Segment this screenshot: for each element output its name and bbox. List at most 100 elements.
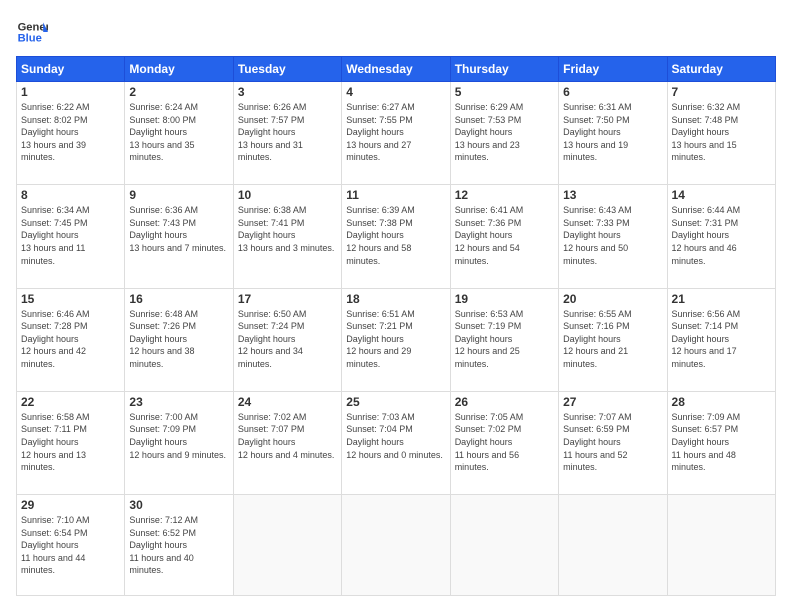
day-info: Sunrise: 6:29 AMSunset: 7:53 PMDaylight … [455,102,524,162]
day-info: Sunrise: 7:10 AMSunset: 6:54 PMDaylight … [21,515,90,575]
page: General Blue SundayMondayTuesdayWednesda… [0,0,792,612]
day-cell-28: 28 Sunrise: 7:09 AMSunset: 6:57 PMDaylig… [667,391,775,494]
day-number: 3 [238,85,337,99]
empty-cell [450,495,558,596]
day-number: 7 [672,85,771,99]
weekday-header-row: SundayMondayTuesdayWednesdayThursdayFrid… [17,57,776,82]
day-info: Sunrise: 6:55 AMSunset: 7:16 PMDaylight … [563,309,632,369]
day-info: Sunrise: 6:32 AMSunset: 7:48 PMDaylight … [672,102,741,162]
calendar-week-2: 8 Sunrise: 6:34 AMSunset: 7:45 PMDayligh… [17,185,776,288]
day-cell-11: 11 Sunrise: 6:39 AMSunset: 7:38 PMDaylig… [342,185,450,288]
day-number: 8 [21,188,120,202]
day-number: 13 [563,188,662,202]
day-number: 30 [129,498,228,512]
day-cell-16: 16 Sunrise: 6:48 AMSunset: 7:26 PMDaylig… [125,288,233,391]
day-number: 25 [346,395,445,409]
day-info: Sunrise: 6:22 AMSunset: 8:02 PMDaylight … [21,102,90,162]
day-info: Sunrise: 6:43 AMSunset: 7:33 PMDaylight … [563,205,632,265]
weekday-header-monday: Monday [125,57,233,82]
day-info: Sunrise: 6:38 AMSunset: 7:41 PMDaylight … [238,205,335,253]
day-info: Sunrise: 6:31 AMSunset: 7:50 PMDaylight … [563,102,632,162]
day-cell-21: 21 Sunrise: 6:56 AMSunset: 7:14 PMDaylig… [667,288,775,391]
day-info: Sunrise: 7:12 AMSunset: 6:52 PMDaylight … [129,515,198,575]
svg-text:Blue: Blue [18,33,42,45]
day-number: 17 [238,292,337,306]
day-info: Sunrise: 7:07 AMSunset: 6:59 PMDaylight … [563,412,632,472]
weekday-header-saturday: Saturday [667,57,775,82]
day-cell-13: 13 Sunrise: 6:43 AMSunset: 7:33 PMDaylig… [559,185,667,288]
day-cell-10: 10 Sunrise: 6:38 AMSunset: 7:41 PMDaylig… [233,185,341,288]
day-number: 23 [129,395,228,409]
day-number: 1 [21,85,120,99]
day-info: Sunrise: 6:56 AMSunset: 7:14 PMDaylight … [672,309,741,369]
day-number: 15 [21,292,120,306]
day-cell-17: 17 Sunrise: 6:50 AMSunset: 7:24 PMDaylig… [233,288,341,391]
day-number: 20 [563,292,662,306]
calendar-week-5: 29 Sunrise: 7:10 AMSunset: 6:54 PMDaylig… [17,495,776,596]
day-number: 16 [129,292,228,306]
day-cell-19: 19 Sunrise: 6:53 AMSunset: 7:19 PMDaylig… [450,288,558,391]
day-cell-30: 30 Sunrise: 7:12 AMSunset: 6:52 PMDaylig… [125,495,233,596]
header: General Blue [16,16,776,48]
day-cell-2: 2 Sunrise: 6:24 AMSunset: 8:00 PMDayligh… [125,82,233,185]
day-number: 2 [129,85,228,99]
day-cell-14: 14 Sunrise: 6:44 AMSunset: 7:31 PMDaylig… [667,185,775,288]
day-number: 28 [672,395,771,409]
day-cell-27: 27 Sunrise: 7:07 AMSunset: 6:59 PMDaylig… [559,391,667,494]
weekday-header-thursday: Thursday [450,57,558,82]
day-number: 5 [455,85,554,99]
day-info: Sunrise: 6:41 AMSunset: 7:36 PMDaylight … [455,205,524,265]
day-info: Sunrise: 6:50 AMSunset: 7:24 PMDaylight … [238,309,307,369]
day-number: 6 [563,85,662,99]
day-number: 29 [21,498,120,512]
calendar-week-1: 1 Sunrise: 6:22 AMSunset: 8:02 PMDayligh… [17,82,776,185]
day-info: Sunrise: 6:34 AMSunset: 7:45 PMDaylight … [21,205,90,265]
day-cell-4: 4 Sunrise: 6:27 AMSunset: 7:55 PMDayligh… [342,82,450,185]
logo: General Blue [16,16,48,48]
day-info: Sunrise: 6:24 AMSunset: 8:00 PMDaylight … [129,102,198,162]
day-number: 9 [129,188,228,202]
day-cell-6: 6 Sunrise: 6:31 AMSunset: 7:50 PMDayligh… [559,82,667,185]
day-number: 18 [346,292,445,306]
weekday-header-friday: Friday [559,57,667,82]
calendar-week-3: 15 Sunrise: 6:46 AMSunset: 7:28 PMDaylig… [17,288,776,391]
day-info: Sunrise: 6:39 AMSunset: 7:38 PMDaylight … [346,205,415,265]
weekday-header-tuesday: Tuesday [233,57,341,82]
day-cell-15: 15 Sunrise: 6:46 AMSunset: 7:28 PMDaylig… [17,288,125,391]
day-number: 26 [455,395,554,409]
day-number: 4 [346,85,445,99]
day-cell-9: 9 Sunrise: 6:36 AMSunset: 7:43 PMDayligh… [125,185,233,288]
day-cell-3: 3 Sunrise: 6:26 AMSunset: 7:57 PMDayligh… [233,82,341,185]
day-number: 11 [346,188,445,202]
day-cell-26: 26 Sunrise: 7:05 AMSunset: 7:02 PMDaylig… [450,391,558,494]
logo-icon: General Blue [16,16,48,48]
day-number: 14 [672,188,771,202]
day-info: Sunrise: 7:09 AMSunset: 6:57 PMDaylight … [672,412,741,472]
calendar-table: SundayMondayTuesdayWednesdayThursdayFrid… [16,56,776,596]
day-info: Sunrise: 6:58 AMSunset: 7:11 PMDaylight … [21,412,90,472]
day-number: 19 [455,292,554,306]
day-number: 12 [455,188,554,202]
day-cell-18: 18 Sunrise: 6:51 AMSunset: 7:21 PMDaylig… [342,288,450,391]
day-info: Sunrise: 7:02 AMSunset: 7:07 PMDaylight … [238,412,335,460]
day-number: 22 [21,395,120,409]
day-number: 24 [238,395,337,409]
day-info: Sunrise: 7:05 AMSunset: 7:02 PMDaylight … [455,412,524,472]
day-number: 10 [238,188,337,202]
day-number: 21 [672,292,771,306]
day-info: Sunrise: 6:46 AMSunset: 7:28 PMDaylight … [21,309,90,369]
day-cell-12: 12 Sunrise: 6:41 AMSunset: 7:36 PMDaylig… [450,185,558,288]
day-info: Sunrise: 6:27 AMSunset: 7:55 PMDaylight … [346,102,415,162]
day-cell-22: 22 Sunrise: 6:58 AMSunset: 7:11 PMDaylig… [17,391,125,494]
day-cell-29: 29 Sunrise: 7:10 AMSunset: 6:54 PMDaylig… [17,495,125,596]
day-cell-24: 24 Sunrise: 7:02 AMSunset: 7:07 PMDaylig… [233,391,341,494]
day-cell-23: 23 Sunrise: 7:00 AMSunset: 7:09 PMDaylig… [125,391,233,494]
day-number: 27 [563,395,662,409]
day-info: Sunrise: 6:44 AMSunset: 7:31 PMDaylight … [672,205,741,265]
empty-cell [233,495,341,596]
weekday-header-sunday: Sunday [17,57,125,82]
day-cell-25: 25 Sunrise: 7:03 AMSunset: 7:04 PMDaylig… [342,391,450,494]
day-info: Sunrise: 6:48 AMSunset: 7:26 PMDaylight … [129,309,198,369]
day-info: Sunrise: 7:00 AMSunset: 7:09 PMDaylight … [129,412,226,460]
day-cell-5: 5 Sunrise: 6:29 AMSunset: 7:53 PMDayligh… [450,82,558,185]
